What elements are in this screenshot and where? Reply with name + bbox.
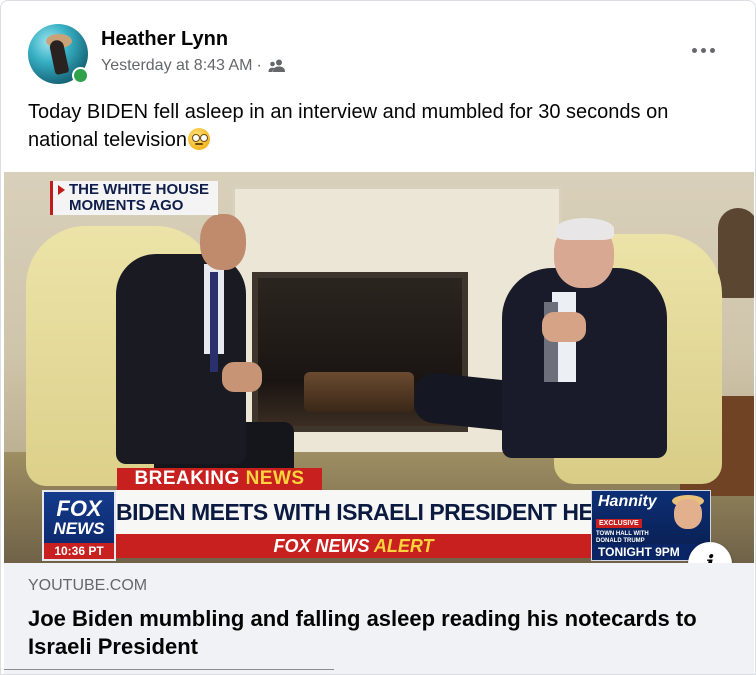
bottom-divider (4, 669, 334, 670)
person-left-hands (222, 362, 262, 392)
friends-icon[interactable] (268, 59, 286, 73)
meta-separator: · (256, 57, 262, 74)
news-word: NEWS (245, 468, 305, 489)
promo-show-name: Hannity (598, 493, 657, 510)
alert-word: ALERT (373, 536, 434, 556)
news-headline: BIDEN MEETS WITH ISRAELI PRESIDENT HERZO… (116, 490, 591, 534)
thumbnail-bust (718, 208, 754, 298)
author-name[interactable]: Heather Lynn (101, 28, 228, 51)
breaking-word: BREAKING (134, 468, 240, 489)
post-header: Heather Lynn Yesterday at 8:43 AM · (1, 1, 755, 91)
tag-line2: MOMENTS AGO (69, 197, 184, 214)
thumbnail-logs (304, 372, 414, 412)
person-left-head (200, 214, 246, 270)
link-title[interactable]: Joe Biden mumbling and falling asleep re… (28, 605, 728, 661)
post-text-body: Today BIDEN fell asleep in an interview … (28, 101, 669, 151)
post-timestamp[interactable]: Yesterday at 8:43 AM (101, 57, 253, 75)
fox-news-logo: FOX NEWS 10:36 PT (42, 490, 116, 561)
link-domain: YOUTUBE.COM (28, 577, 148, 594)
link-preview[interactable]: YOUTUBE.COM Joe Biden mumbling and falli… (4, 563, 754, 674)
person-right-hands (542, 312, 586, 342)
online-status-icon (72, 67, 89, 84)
news-lower-third: BREAKING NEWS FOX NEWS 10:36 PT BIDEN ME… (4, 462, 754, 563)
tag-line1: THE WHITE HOUSE (69, 181, 210, 198)
person-left-tie (210, 272, 218, 372)
video-thumbnail[interactable]: THE WHITE HOUSE MOMENTS AGO BREAKING NEW… (4, 172, 754, 563)
fox-news-alert-bar: FOX NEWS ALERT (116, 534, 591, 558)
alert-brand: FOX NEWS (273, 536, 370, 556)
promo-subtitle: TOWN HALL WITH DONALD TRUMP (596, 531, 649, 544)
post-card: Heather Lynn Yesterday at 8:43 AM · Toda… (0, 0, 756, 675)
rolling-eyes-emoji-icon (188, 128, 210, 150)
logo-line1: FOX (56, 496, 102, 521)
more-dot (700, 47, 706, 53)
person-right-body (502, 268, 667, 458)
more-options-button[interactable] (685, 35, 721, 65)
breaking-news-banner: BREAKING NEWS (117, 468, 322, 490)
logo-line2: NEWS (53, 519, 105, 538)
post-text: Today BIDEN fell asleep in an interview … (28, 98, 728, 154)
logo-time: 10:36 PT (44, 543, 114, 559)
person-left-body (116, 254, 246, 464)
promo-exclusive: EXCLUSIVE (596, 519, 642, 528)
more-dot (691, 47, 697, 53)
promo-face (674, 499, 702, 529)
post-meta: Yesterday at 8:43 AM · (101, 57, 286, 75)
more-dot (709, 47, 715, 53)
tag-arrow-icon (58, 185, 65, 195)
whitehouse-tag: THE WHITE HOUSE MOMENTS AGO (50, 181, 218, 215)
person-right-hair (556, 218, 614, 240)
